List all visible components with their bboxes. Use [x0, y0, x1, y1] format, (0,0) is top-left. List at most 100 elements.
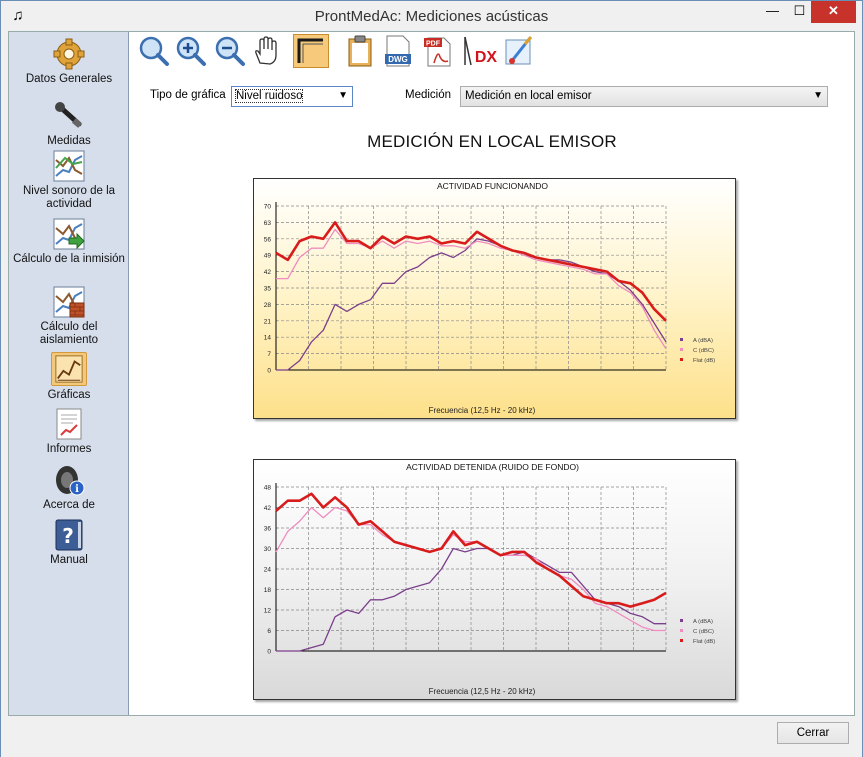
sidebar-item-datos-generales[interactable]: Datos Generales	[11, 38, 127, 86]
svg-text:i: i	[75, 484, 79, 495]
sidebar-item-label: Medidas	[47, 135, 91, 147]
bottom-bar: Cerrar	[1, 717, 862, 757]
y-tick-label: 28	[264, 302, 272, 309]
tipo-grafica-value: Nivel ruidoso	[234, 89, 304, 103]
chart-actividad-detenida: ACTIVIDAD DETENIDA (RUIDO DE FONDO) 0 6 12 1…	[253, 459, 736, 700]
legend-label: C (dBC)	[693, 629, 714, 635]
pan-hand-icon[interactable]	[250, 35, 282, 67]
svg-text:?: ?	[62, 524, 74, 548]
y-tick-label: 63	[264, 220, 272, 227]
sidebar-item-calculo-aislamiento[interactable]: Cálculo del aislamiento	[11, 286, 127, 347]
y-tick-label: 0	[267, 649, 271, 656]
dxf-export-button[interactable]: DX	[461, 35, 501, 67]
y-tick-label: 12	[264, 608, 272, 615]
dxf-icon: DX	[464, 36, 498, 66]
y-tick-label: 36	[264, 526, 272, 533]
y-tick-label: 70	[264, 204, 272, 211]
medicion-value: Medición en local emisor	[465, 90, 592, 102]
close-window-button[interactable]: ✕	[811, 1, 856, 23]
chart-svg: ACTIVIDAD FUNCIONANDO 0 7 14 21 28 35 42 49 56 63 7…	[254, 179, 735, 418]
speaker-info-icon: i	[56, 466, 85, 496]
page-title: MEDICIÓN EN LOCAL EMISOR	[367, 132, 617, 151]
chart-background	[254, 460, 735, 699]
y-tick-label: 18	[264, 587, 272, 594]
y-tick-label: 56	[264, 236, 272, 243]
chart-title: ACTIVIDAD FUNCIONANDO	[437, 181, 548, 191]
legend-swatch	[680, 629, 683, 632]
y-tick-label: 24	[264, 567, 272, 574]
sidebar: Datos Generales Medidas Nivel sonoro de …	[9, 32, 129, 715]
report-icon	[56, 408, 82, 440]
legend-label: C (dBC)	[693, 348, 714, 354]
legend-label: Flat (dB)	[693, 358, 715, 364]
sidebar-item-medidas[interactable]: Medidas	[11, 100, 127, 148]
minimize-button[interactable]: —	[759, 1, 786, 23]
sidebar-item-nivel-sonoro[interactable]: Nivel sonoro de la actividad	[11, 150, 127, 211]
zoom-out-icon[interactable]	[214, 35, 246, 67]
y-tick-label: 21	[264, 318, 272, 325]
maximize-button[interactable]: ☐	[786, 1, 813, 23]
y-tick-label: 49	[264, 253, 272, 260]
chart-svg: ACTIVIDAD DETENIDA (RUIDO DE FONDO) 0 6 12 1…	[254, 460, 735, 699]
chart-background	[254, 179, 735, 418]
chart-actividad-funcionando: ACTIVIDAD FUNCIONANDO 0 7 14 21 28 35 42 49 56 63 7…	[253, 178, 736, 419]
x-axis-label: Frecuencia (12,5 Hz - 20 kHz)	[429, 687, 536, 696]
dwg-icon: DWG	[385, 35, 411, 67]
sidebar-item-label: Acerca de	[43, 499, 95, 511]
legend-swatch	[680, 348, 683, 351]
help-book-icon: ?	[55, 519, 83, 551]
y-tick-label: 14	[264, 335, 272, 342]
filter-bar: Tipo de gráfica Nivel ruidoso ▼ Medición…	[130, 84, 854, 108]
y-tick-label: 6	[267, 628, 271, 635]
y-tick-label: 42	[264, 269, 272, 276]
legend-label: Flat (dB)	[693, 639, 715, 645]
sidebar-item-label: Gráficas	[47, 389, 91, 401]
image-edit-icon[interactable]	[503, 35, 535, 67]
window-title: ProntMedAc: Mediciones acústicas	[314, 8, 549, 25]
y-tick-label: 0	[267, 368, 271, 375]
legend-swatch	[680, 639, 683, 642]
zoom-icon[interactable]	[138, 35, 170, 67]
sidebar-item-label: Cálculo del aislamiento	[39, 321, 99, 346]
medicion-label: Medición	[405, 89, 452, 101]
sidebar-item-acerca-de[interactable]: i Acerca de	[11, 464, 127, 512]
legend-swatch	[680, 338, 683, 341]
sidebar-item-graficas[interactable]: Gráficas	[11, 352, 127, 402]
dxf-label: DX	[475, 49, 498, 66]
sidebar-item-calculo-inmision[interactable]: Cálculo de la inmisión	[11, 218, 127, 266]
chart-arrow-icon	[53, 218, 85, 250]
legend-swatch	[680, 358, 683, 361]
tipo-grafica-label: Tipo de gráfica	[150, 89, 226, 101]
sidebar-item-manual[interactable]: ? Manual	[11, 519, 127, 567]
legend-swatch	[680, 619, 683, 622]
client-area: Datos Generales Medidas Nivel sonoro de …	[8, 31, 855, 716]
app-window: ♫ ProntMedAc: Mediciones acústicas — ☐ ✕…	[0, 0, 863, 757]
chart-wall-icon	[53, 286, 85, 318]
chart-icon	[53, 150, 85, 182]
clipboard-icon[interactable]	[344, 35, 376, 67]
pdf-export-button[interactable]: PDF	[422, 35, 454, 67]
x-axis-label: Frecuencia (12,5 Hz - 20 kHz)	[429, 406, 536, 415]
sidebar-item-label: Nivel sonoro de la actividad	[22, 185, 116, 210]
toolbar: DWG PDF DX	[130, 32, 854, 70]
title-bar: ♫ ProntMedAc: Mediciones acústicas — ☐ ✕	[1, 1, 862, 31]
frame-icon	[297, 38, 323, 63]
y-tick-label: 35	[264, 286, 272, 293]
legend-label: A (dBA)	[693, 619, 713, 625]
sidebar-item-label: Manual	[50, 554, 88, 566]
sidebar-item-label: Datos Generales	[25, 73, 113, 85]
medicion-select[interactable]: Medición en local emisor ▼	[460, 86, 828, 107]
y-tick-label: 42	[264, 505, 272, 512]
dwg-export-button[interactable]: DWG	[382, 35, 414, 67]
sidebar-item-informes[interactable]: Informes	[11, 408, 127, 456]
microphone-icon	[55, 102, 82, 128]
y-tick-label: 7	[267, 351, 271, 358]
tipo-grafica-select[interactable]: Nivel ruidoso ▼	[231, 86, 353, 107]
chart-title: ACTIVIDAD DETENIDA (RUIDO DE FONDO)	[406, 462, 579, 472]
graphs-icon-frame	[51, 352, 87, 386]
frame-tool-button[interactable]	[293, 34, 329, 68]
pdf-label: PDF	[426, 41, 441, 48]
zoom-in-icon[interactable]	[175, 35, 207, 67]
close-button[interactable]: Cerrar	[777, 722, 849, 744]
sidebar-item-label: Cálculo de la inmisión	[13, 253, 125, 265]
